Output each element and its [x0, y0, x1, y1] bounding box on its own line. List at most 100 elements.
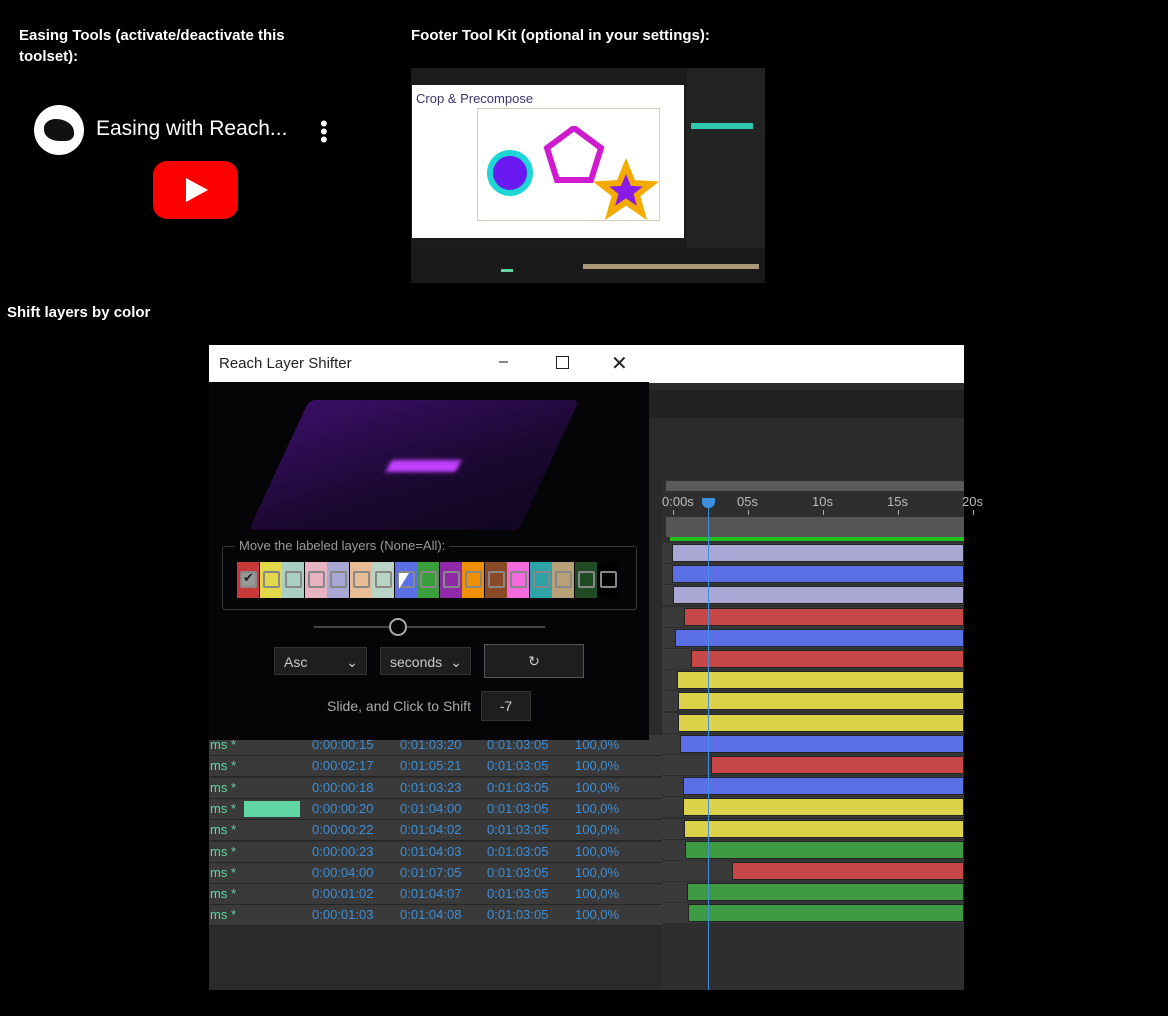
swatch-checkbox[interactable] — [285, 571, 302, 588]
in-point[interactable]: 0:00:01:03 — [312, 905, 373, 925]
color-swatch[interactable] — [574, 562, 597, 598]
swatch-checkbox[interactable] — [262, 571, 280, 588]
color-swatch[interactable] — [462, 562, 484, 598]
maximize-icon[interactable] — [556, 356, 569, 369]
layer-bar[interactable] — [678, 713, 964, 732]
in-point[interactable]: 0:00:00:20 — [312, 799, 373, 819]
channel-avatar[interactable] — [34, 105, 84, 155]
swatch-checkbox[interactable] — [307, 571, 325, 588]
layer-bar[interactable] — [682, 777, 964, 796]
swatch-checkbox[interactable] — [510, 571, 527, 588]
layer-bar[interactable] — [673, 586, 964, 605]
minimize-icon[interactable]: – — [499, 353, 508, 371]
color-swatch[interactable] — [484, 562, 507, 598]
color-swatch[interactable] — [417, 562, 439, 598]
color-swatch[interactable] — [304, 562, 327, 598]
in-point[interactable]: 0:00:00:18 — [312, 778, 373, 798]
in-point[interactable]: 0:00:04:00 — [312, 863, 373, 883]
swatch-checkbox[interactable] — [555, 571, 572, 588]
swatch-checkbox[interactable] — [532, 571, 550, 588]
shift-slider[interactable] — [314, 626, 545, 628]
out-point[interactable]: 0:01:03:23 — [400, 778, 461, 798]
color-swatch[interactable] — [439, 562, 462, 598]
unit-select[interactable]: seconds ⌄ — [380, 647, 471, 675]
duration[interactable]: 0:01:03:05 — [487, 820, 548, 840]
layer-bar[interactable] — [688, 904, 964, 923]
layer-bar[interactable] — [672, 565, 964, 584]
layer-bar[interactable] — [685, 840, 964, 859]
color-swatch[interactable] — [349, 562, 372, 598]
color-swatch[interactable]: ✔ — [237, 562, 259, 598]
layer-bar[interactable] — [710, 756, 964, 774]
duration[interactable]: 0:01:03:05 — [487, 905, 548, 925]
layer-bar[interactable] — [683, 607, 964, 626]
dialog-titlebar[interactable]: Reach Layer Shifter – ✕ — [209, 345, 649, 382]
table-row[interactable]: ms * 0:00:00:18 0:01:03:23 0:01:03:05 10… — [209, 777, 662, 799]
playhead[interactable] — [701, 498, 715, 990]
layer-bar[interactable] — [691, 650, 964, 668]
layer-bar[interactable] — [676, 671, 964, 690]
swatch-checkbox[interactable] — [442, 571, 460, 588]
swatch-checkbox[interactable] — [420, 571, 437, 588]
shift-button[interactable]: ↻ — [484, 644, 584, 678]
duration[interactable]: 0:01:03:05 — [487, 778, 548, 798]
color-swatch[interactable] — [597, 562, 619, 598]
kebab-menu-icon[interactable]: • • • — [320, 113, 328, 151]
in-point[interactable]: 0:00:02:17 — [312, 756, 373, 776]
out-point[interactable]: 0:01:04:03 — [400, 842, 461, 862]
stretch[interactable]: 100,0% — [575, 799, 619, 819]
layer-bar[interactable] — [674, 628, 964, 647]
color-swatch[interactable] — [259, 562, 282, 598]
close-icon[interactable]: ✕ — [611, 351, 628, 376]
layer-bar[interactable] — [683, 819, 964, 838]
swatch-checkbox[interactable] — [375, 571, 392, 588]
color-swatch[interactable] — [372, 562, 394, 598]
stretch[interactable]: 100,0% — [575, 842, 619, 862]
swatch-checkbox[interactable] — [487, 571, 505, 588]
swatch-checkbox[interactable] — [352, 571, 370, 588]
duration[interactable]: 0:01:03:05 — [487, 884, 548, 904]
slider-handle[interactable] — [389, 618, 407, 636]
out-point[interactable]: 0:01:04:00 — [400, 799, 461, 819]
table-row[interactable]: ms * 0:00:04:00 0:01:07:05 0:01:03:05 10… — [209, 862, 662, 884]
youtube-play-icon[interactable] — [153, 161, 238, 219]
color-swatch[interactable] — [282, 562, 304, 598]
stretch[interactable]: 100,0% — [575, 778, 619, 798]
out-point[interactable]: 0:01:04:08 — [400, 905, 461, 925]
out-point[interactable]: 0:01:07:05 — [400, 863, 461, 883]
in-point[interactable]: 0:00:00:22 — [312, 820, 373, 840]
layer-bar[interactable] — [682, 798, 964, 817]
stretch[interactable]: 100,0% — [575, 863, 619, 883]
in-point[interactable]: 0:00:00:23 — [312, 842, 373, 862]
out-point[interactable]: 0:01:04:02 — [400, 820, 461, 840]
order-select[interactable]: Asc ⌄ — [274, 647, 367, 675]
table-row[interactable]: ms * 0:00:00:22 0:01:04:02 0:01:03:05 10… — [209, 820, 662, 842]
layer-bar[interactable] — [687, 883, 964, 902]
stretch[interactable]: 100,0% — [575, 905, 619, 925]
color-swatch[interactable] — [552, 562, 574, 598]
swatch-checkbox[interactable]: ✔ — [240, 570, 257, 588]
swatch-checkbox[interactable] — [577, 571, 595, 588]
duration[interactable]: 0:01:03:05 — [487, 756, 548, 776]
out-point[interactable]: 0:01:05:21 — [400, 756, 461, 776]
stretch[interactable]: 100,0% — [575, 756, 619, 776]
duration[interactable]: 0:01:03:05 — [487, 799, 548, 819]
table-row[interactable]: ms * 0:00:01:02 0:01:04:07 0:01:03:05 10… — [209, 884, 662, 906]
layer-bar[interactable] — [671, 544, 964, 562]
table-row[interactable]: ms * 0:00:00:20 0:01:04:00 0:01:03:05 10… — [209, 798, 662, 820]
layer-label-swatch[interactable] — [244, 800, 300, 817]
color-swatch[interactable] — [327, 562, 349, 598]
time-navigator[interactable] — [666, 517, 964, 537]
video-title[interactable]: Easing with Reach... — [96, 117, 287, 141]
duration[interactable]: 0:01:03:05 — [487, 863, 548, 883]
swatch-checkbox[interactable] — [330, 571, 347, 588]
swatch-checkbox[interactable] — [465, 571, 482, 588]
table-row[interactable]: ms * 0:00:02:17 0:01:05:21 0:01:03:05 10… — [209, 756, 662, 778]
table-row[interactable]: ms * 0:00:00:23 0:01:04:03 0:01:03:05 10… — [209, 841, 662, 863]
table-row[interactable]: ms * 0:00:01:03 0:01:04:08 0:01:03:05 10… — [209, 905, 662, 927]
layer-bar[interactable] — [679, 734, 964, 753]
swatch-checkbox[interactable] — [600, 571, 617, 588]
duration[interactable]: 0:01:03:05 — [487, 842, 548, 862]
work-area-bar[interactable] — [666, 481, 964, 491]
color-swatch[interactable] — [507, 562, 529, 598]
